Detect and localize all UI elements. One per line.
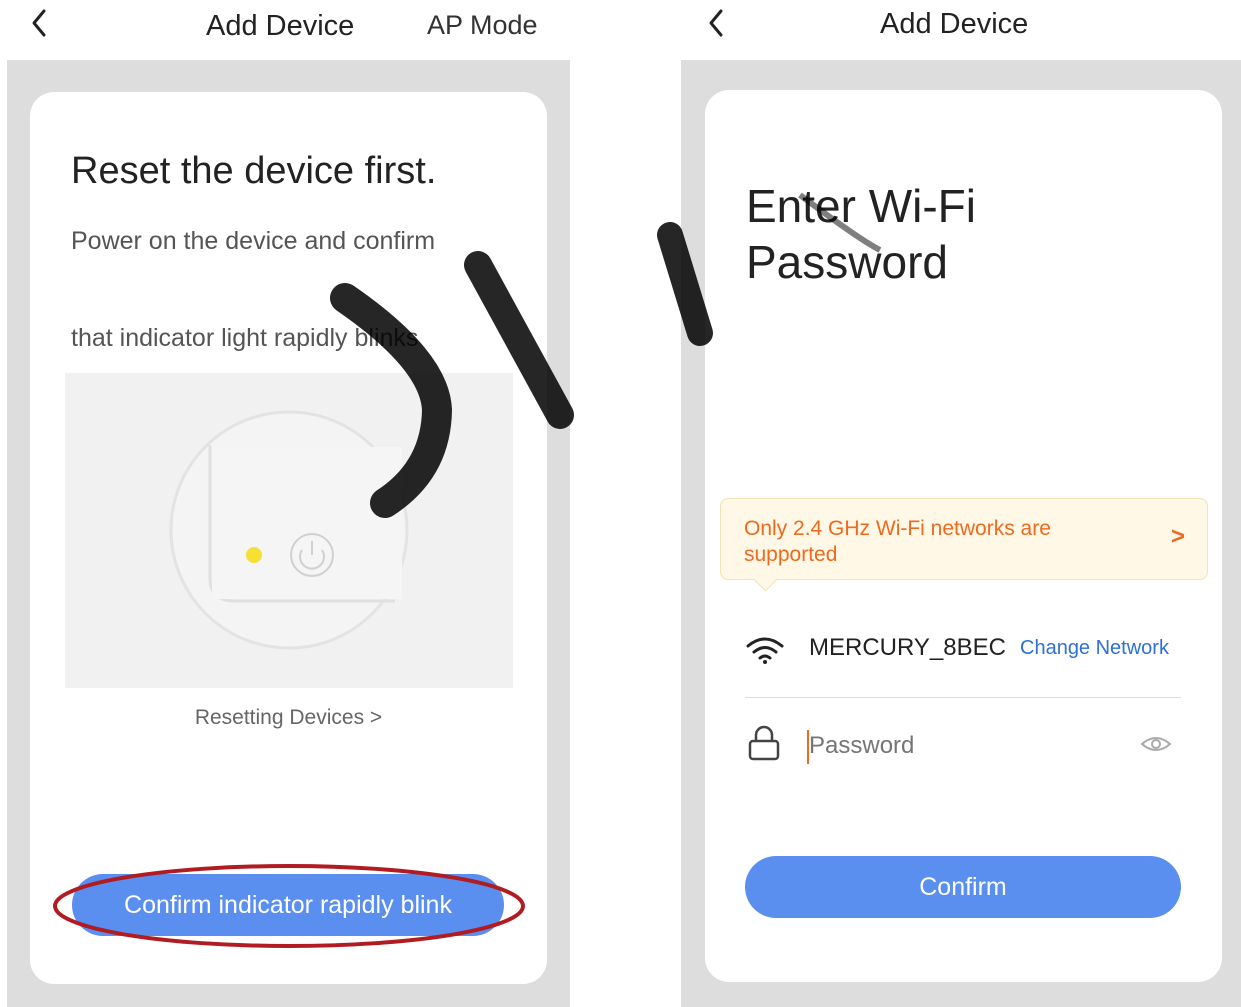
highlight-ellipse: [53, 864, 525, 948]
reset-illustration: [65, 373, 513, 688]
nav-bar: Add Device AP Mode: [0, 0, 578, 58]
heading-line-2: Password: [746, 236, 948, 288]
wifi-password-screen: Add Device Enter Wi-Fi Password Only 2.4…: [681, 0, 1241, 1007]
instruction-card: Reset the device first. Power on the dev…: [30, 92, 547, 984]
confirm-button[interactable]: Confirm: [745, 856, 1181, 918]
lock-icon: [748, 725, 780, 761]
chevron-right-icon: >: [1170, 523, 1185, 550]
indicator-light: [246, 547, 262, 563]
back-button[interactable]: [30, 8, 48, 45]
page-title: Add Device: [206, 10, 355, 42]
resetting-devices-link[interactable]: Resetting Devices >: [30, 706, 547, 730]
device-diagram: [169, 410, 409, 650]
instruction-line-2: that indicator light rapidly blinks: [71, 324, 419, 352]
frequency-notice[interactable]: Only 2.4 GHz Wi-Fi networks are supporte…: [720, 498, 1208, 592]
eye-icon[interactable]: [1140, 732, 1172, 756]
heading: Enter Wi-Fi Password: [746, 178, 976, 290]
notice-text: Only 2.4 GHz Wi-Fi networks are supporte…: [744, 516, 1051, 568]
notice-line-2: supported: [744, 543, 838, 566]
network-row: MERCURY_8BEC Change Network: [745, 627, 1181, 698]
ap-mode-button[interactable]: AP Mode: [427, 10, 538, 41]
notice-line-1: Only 2.4 GHz Wi-Fi networks are: [744, 517, 1051, 540]
notice-pointer: [753, 567, 778, 592]
chevron-left-icon: [32, 9, 46, 37]
back-button[interactable]: [707, 8, 725, 45]
network-ssid: MERCURY_8BEC: [809, 634, 1006, 661]
heading: Reset the device first.: [71, 150, 437, 192]
nav-bar: Add Device: [681, 0, 1241, 58]
change-network-link[interactable]: Change Network: [1020, 637, 1169, 660]
wifi-icon: [746, 637, 784, 664]
page-title: Add Device: [880, 8, 1029, 40]
password-card: Enter Wi-Fi Password Only 2.4 GHz Wi-Fi …: [705, 90, 1222, 982]
chevron-left-icon: [709, 9, 723, 37]
content-background: Enter Wi-Fi Password Only 2.4 GHz Wi-Fi …: [681, 60, 1241, 1007]
heading-line-1: Enter Wi-Fi: [746, 180, 976, 232]
password-row: [745, 720, 1181, 772]
instruction-line-1: Power on the device and confirm: [71, 227, 436, 255]
reset-device-screen: Add Device AP Mode Reset the device firs…: [0, 0, 578, 1007]
password-input[interactable]: [809, 726, 1109, 766]
